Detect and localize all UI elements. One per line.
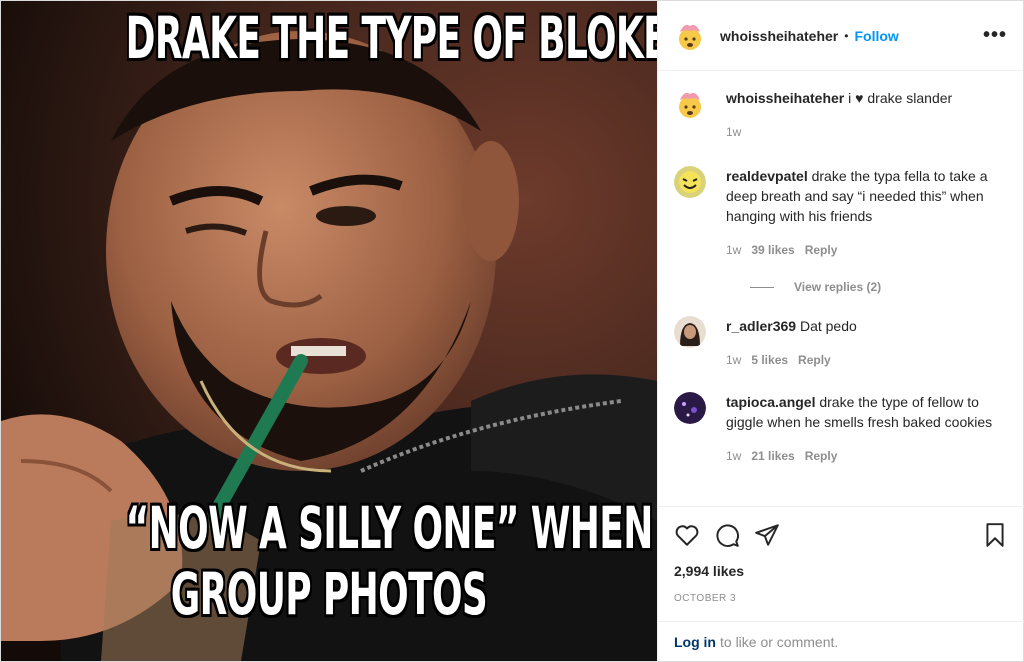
comment-username[interactable]: r_adler369 — [726, 318, 796, 334]
comment-item: realdevpatel drake the typa fella to tak… — [674, 166, 1008, 260]
comment-likes[interactable]: 21 likes — [751, 446, 794, 466]
reply-button[interactable]: Reply — [805, 240, 838, 260]
caption-body: whoissheihateher i ♥ drake slander 1w — [726, 88, 952, 142]
comment-body: realdevpatel drake the typa fella to tak… — [726, 166, 1008, 260]
comment-body: r_adler369 Dat pedo 1w 5 likes Reply — [726, 316, 857, 370]
caption-avatar[interactable] — [674, 88, 706, 120]
caption-time[interactable]: 1w — [726, 122, 741, 142]
comment-time[interactable]: 1w — [726, 446, 741, 466]
share-icon[interactable] — [754, 522, 780, 548]
bookmark-icon[interactable] — [982, 522, 1008, 548]
comment-meta: 1w 21 likes Reply — [726, 446, 1008, 466]
caption-text-after: drake slander — [867, 90, 953, 106]
post-container: DRAKE THE TYPE OF BLOKE TO SAY “NOW A SI… — [0, 0, 1024, 662]
comment-time[interactable]: 1w — [726, 240, 741, 260]
more-options-icon[interactable]: ••• — [983, 24, 1007, 47]
post-header: whoissheihateher • Follow ••• — [658, 1, 1023, 71]
comment-icon[interactable] — [714, 522, 740, 548]
person-avatar-icon — [674, 316, 706, 348]
comments-list[interactable]: whoissheihateher i ♥ drake slander 1w re… — [658, 72, 1024, 506]
post-actions: 2,994 likes OCTOBER 3 — [658, 506, 1024, 604]
mind-blown-emoji-icon — [674, 19, 706, 52]
view-replies-label: View replies (2) — [794, 280, 882, 294]
meme-top-text: DRAKE THE TYPE OF BLOKE TO SAY — [125, 4, 657, 72]
view-replies-button[interactable]: View replies (2) — [750, 280, 1008, 294]
commenter-avatar[interactable] — [674, 166, 706, 198]
meme-bottom-line-2: GROUP PHOTOS — [170, 560, 488, 628]
commenter-avatar[interactable] — [674, 392, 706, 424]
caption-meta: 1w — [726, 122, 952, 142]
reply-button[interactable]: Reply — [798, 350, 831, 370]
follow-button[interactable]: Follow — [854, 28, 898, 44]
comment-username[interactable]: realdevpatel — [726, 168, 808, 184]
comment-likes[interactable]: 39 likes — [751, 240, 794, 260]
likes-count[interactable]: 2,994 likes — [674, 563, 1008, 579]
comment-time[interactable]: 1w — [726, 350, 741, 370]
comment-item: r_adler369 Dat pedo 1w 5 likes Reply — [674, 316, 1008, 370]
replies-line — [750, 286, 774, 288]
commenter-avatar[interactable] — [674, 316, 706, 348]
author-username[interactable]: whoissheihateher — [720, 28, 838, 44]
separator-dot: • — [844, 28, 849, 43]
comment-meta: 1w 5 likes Reply — [726, 350, 857, 370]
mind-blown-emoji-icon — [674, 88, 706, 120]
comment-meta: 1w 39 likes Reply — [726, 240, 1008, 260]
caption-username[interactable]: whoissheihateher — [726, 90, 844, 106]
meme-bottom-text: “NOW A SILLY ONE” WHEN TAKING GROUP PHOT… — [125, 494, 657, 628]
caption-text-before: i — [848, 90, 852, 106]
comment-body: tapioca.angel drake the type of fellow t… — [726, 392, 1008, 466]
action-icons — [674, 507, 1008, 563]
login-prompt-text: to like or comment. — [720, 633, 839, 650]
comment-likes[interactable]: 5 likes — [751, 350, 788, 370]
comment-username[interactable]: tapioca.angel — [726, 394, 815, 410]
galaxy-avatar-icon — [674, 392, 706, 424]
comment-text: Dat pedo — [799, 318, 857, 334]
author-avatar[interactable] — [674, 19, 706, 52]
post-image[interactable]: DRAKE THE TYPE OF BLOKE TO SAY “NOW A SI… — [1, 1, 657, 661]
login-prompt: Log in to like or comment. — [658, 621, 1024, 661]
heart-icon[interactable] — [674, 522, 700, 548]
smiley-avatar-icon — [674, 166, 706, 198]
comment-item: tapioca.angel drake the type of fellow t… — [674, 392, 1008, 466]
post-sidebar: whoissheihateher • Follow ••• whoissheih… — [657, 1, 1024, 661]
caption: whoissheihateher i ♥ drake slander 1w — [674, 88, 1008, 142]
reply-button[interactable]: Reply — [805, 446, 838, 466]
meme-bottom-line-1: “NOW A SILLY ONE” WHEN TAKING — [125, 494, 657, 562]
post-date[interactable]: OCTOBER 3 — [674, 593, 1008, 604]
heart-glyph-icon: ♥ — [855, 90, 864, 106]
login-link[interactable]: Log in — [674, 634, 716, 650]
